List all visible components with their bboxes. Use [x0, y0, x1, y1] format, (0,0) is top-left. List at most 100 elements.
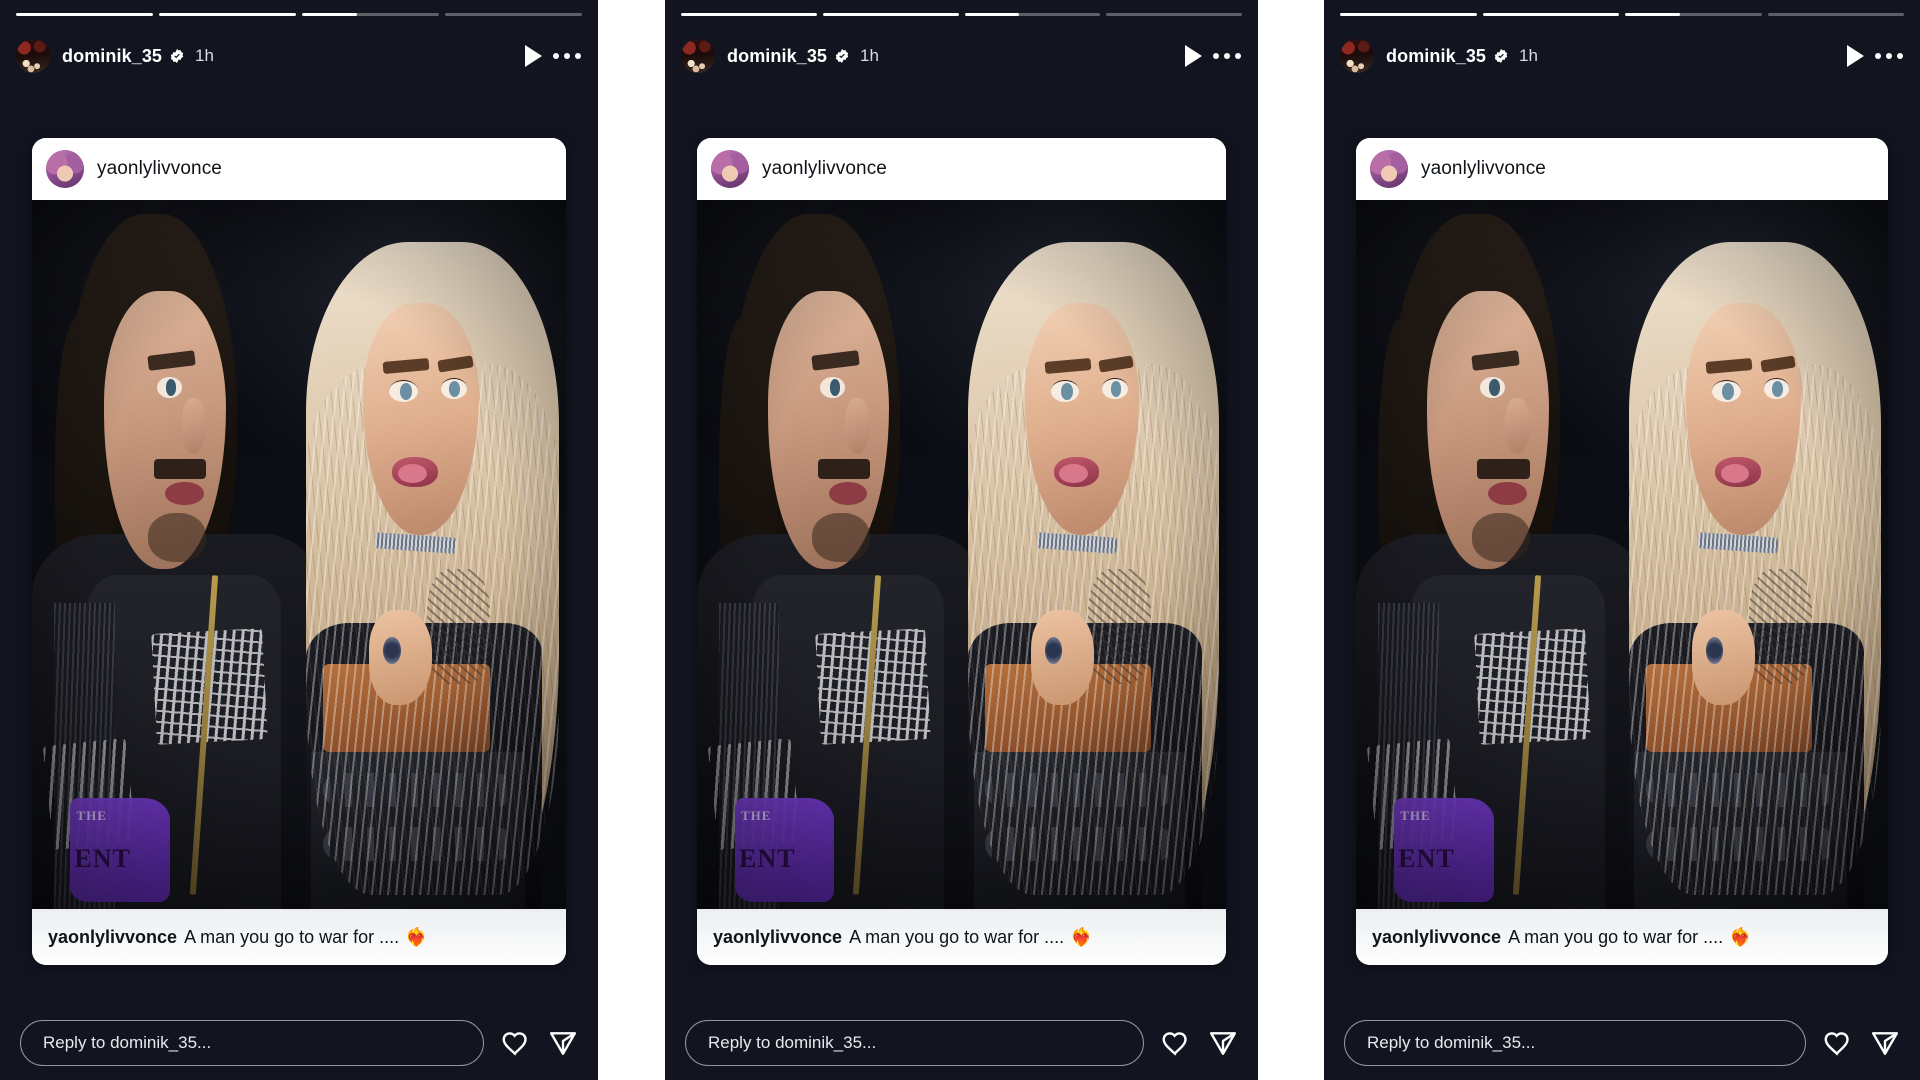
verified-badge-icon — [170, 49, 184, 63]
shirt-graphic-line1: THE — [1400, 808, 1431, 824]
progress-segment-1[interactable] — [16, 13, 153, 16]
shirt-graphic-line2: ENT — [739, 843, 796, 873]
story-header: dominik_35 1h — [16, 36, 584, 76]
play-button[interactable] — [1176, 39, 1210, 73]
story-author-username[interactable]: dominik_35 — [727, 46, 827, 67]
progress-segment-3[interactable] — [964, 13, 1101, 16]
verified-badge-icon — [835, 49, 849, 63]
like-button[interactable] — [498, 1026, 532, 1060]
caption-text: A man you go to war for .... — [1508, 926, 1724, 947]
post-author-username[interactable]: yaonlylivvonce — [97, 158, 222, 180]
story-author-avatar[interactable] — [681, 39, 715, 73]
heart-icon — [1162, 1032, 1187, 1056]
caption-emoji: ❤️‍🔥 — [1729, 926, 1752, 947]
share-button[interactable] — [1206, 1026, 1240, 1060]
story-header: dominik_35 1h — [681, 36, 1244, 76]
send-icon — [1209, 1032, 1237, 1055]
heart-icon — [502, 1032, 527, 1056]
more-horizontal-icon — [1875, 53, 1903, 59]
story-header: dominik_35 1h — [1340, 36, 1906, 76]
story-author-username[interactable]: dominik_35 — [1386, 46, 1486, 67]
verified-badge-icon — [1494, 49, 1508, 63]
photo-figure-man: THE ENT — [1356, 214, 1644, 909]
progress-segment-2[interactable] — [159, 13, 296, 16]
story-progress-bar — [681, 13, 1242, 16]
post-caption: yaonlylivvonce A man you go to war for .… — [1356, 909, 1888, 965]
reply-input[interactable] — [1344, 1020, 1806, 1066]
progress-segment-3[interactable] — [1625, 13, 1762, 16]
reply-bar — [685, 1020, 1240, 1066]
shirt-graphic: THE ENT — [735, 797, 835, 903]
reply-input[interactable] — [20, 1020, 484, 1066]
progress-segment-2[interactable] — [822, 13, 959, 16]
caption-username[interactable]: yaonlylivvonce — [48, 927, 177, 948]
post-photo[interactable]: THE ENT — [1356, 200, 1888, 909]
progress-segment-4[interactable] — [445, 13, 582, 16]
play-icon — [1846, 45, 1864, 67]
progress-segment-4[interactable] — [1106, 13, 1242, 16]
heart-icon — [1824, 1032, 1849, 1056]
play-button[interactable] — [516, 39, 550, 73]
story-progress-bar — [16, 13, 582, 16]
panel-divider-2 — [1258, 0, 1324, 1080]
story-view-panel-1[interactable]: dominik_35 1h yaonlylivvonce THE ENT yao… — [0, 0, 598, 1080]
progress-segment-1[interactable] — [1340, 13, 1477, 16]
like-button[interactable] — [1820, 1026, 1854, 1060]
caption-emoji: ❤️‍🔥 — [1070, 926, 1093, 947]
photo-figure-woman — [288, 228, 566, 909]
caption-username[interactable]: yaonlylivvonce — [1372, 927, 1501, 948]
share-button[interactable] — [1868, 1026, 1902, 1060]
story-timestamp: 1h — [1519, 46, 1538, 65]
photo-figure-woman — [1611, 228, 1888, 909]
shirt-graphic-line2: ENT — [74, 843, 131, 873]
progress-segment-4[interactable] — [1767, 13, 1904, 16]
story-view-panel-3[interactable]: dominik_35 1h yaonlylivvonce THE ENT yao… — [1324, 0, 1920, 1080]
post-author-avatar[interactable] — [711, 150, 749, 188]
progress-segment-1[interactable] — [681, 13, 817, 16]
play-button[interactable] — [1838, 39, 1872, 73]
more-options-button[interactable] — [550, 39, 584, 73]
more-options-button[interactable] — [1210, 39, 1244, 73]
more-options-button[interactable] — [1872, 39, 1906, 73]
caption-text: A man you go to war for .... — [849, 926, 1065, 947]
post-photo[interactable]: THE ENT — [32, 200, 566, 909]
like-button[interactable] — [1158, 1026, 1192, 1060]
post-caption: yaonlylivvonce A man you go to war for .… — [32, 909, 566, 965]
progress-segment-3[interactable] — [302, 13, 439, 16]
reply-bar — [1344, 1020, 1902, 1066]
story-view-panel-2[interactable]: dominik_35 1h yaonlylivvonce THE ENT yao… — [665, 0, 1258, 1080]
reply-bar — [20, 1020, 580, 1066]
play-icon — [1184, 45, 1202, 67]
post-author-username[interactable]: yaonlylivvonce — [762, 158, 887, 180]
story-author-avatar[interactable] — [1340, 39, 1374, 73]
reply-input[interactable] — [685, 1020, 1144, 1066]
post-photo[interactable]: THE ENT — [697, 200, 1226, 909]
share-button[interactable] — [546, 1026, 580, 1060]
photo-figure-woman — [951, 228, 1226, 909]
photo-figure-man: THE ENT — [32, 214, 321, 909]
caption-emoji: ❤️‍🔥 — [405, 926, 428, 947]
post-caption: yaonlylivvonce A man you go to war for .… — [697, 909, 1226, 965]
shirt-graphic: THE ENT — [70, 797, 171, 903]
play-icon — [524, 45, 542, 67]
caption-username[interactable]: yaonlylivvonce — [713, 927, 842, 948]
post-header: yaonlylivvonce — [1356, 138, 1888, 200]
send-icon — [549, 1032, 577, 1055]
more-horizontal-icon — [553, 53, 581, 59]
screenshot-stage: dominik_35 1h yaonlylivvonce THE ENT yao… — [0, 0, 1920, 1080]
progress-segment-2[interactable] — [1482, 13, 1619, 16]
post-author-username[interactable]: yaonlylivvonce — [1421, 158, 1546, 180]
shared-post-card[interactable]: yaonlylivvonce THE ENT yaonlylivvonce A … — [697, 138, 1226, 965]
story-progress-bar — [1340, 13, 1904, 16]
post-author-avatar[interactable] — [1370, 150, 1408, 188]
shared-post-card[interactable]: yaonlylivvonce THE ENT yaonlylivvonce A … — [32, 138, 566, 965]
shirt-graphic-line2: ENT — [1398, 843, 1455, 873]
photo-figure-man: THE ENT — [697, 214, 983, 909]
story-author-username[interactable]: dominik_35 — [62, 46, 162, 67]
story-author-avatar[interactable] — [16, 39, 50, 73]
shared-post-card[interactable]: yaonlylivvonce THE ENT yaonlylivvonce A … — [1356, 138, 1888, 965]
caption-text: A man you go to war for .... — [184, 926, 400, 947]
shirt-graphic-line1: THE — [741, 808, 772, 824]
post-author-avatar[interactable] — [46, 150, 84, 188]
shirt-graphic-line1: THE — [76, 808, 107, 824]
